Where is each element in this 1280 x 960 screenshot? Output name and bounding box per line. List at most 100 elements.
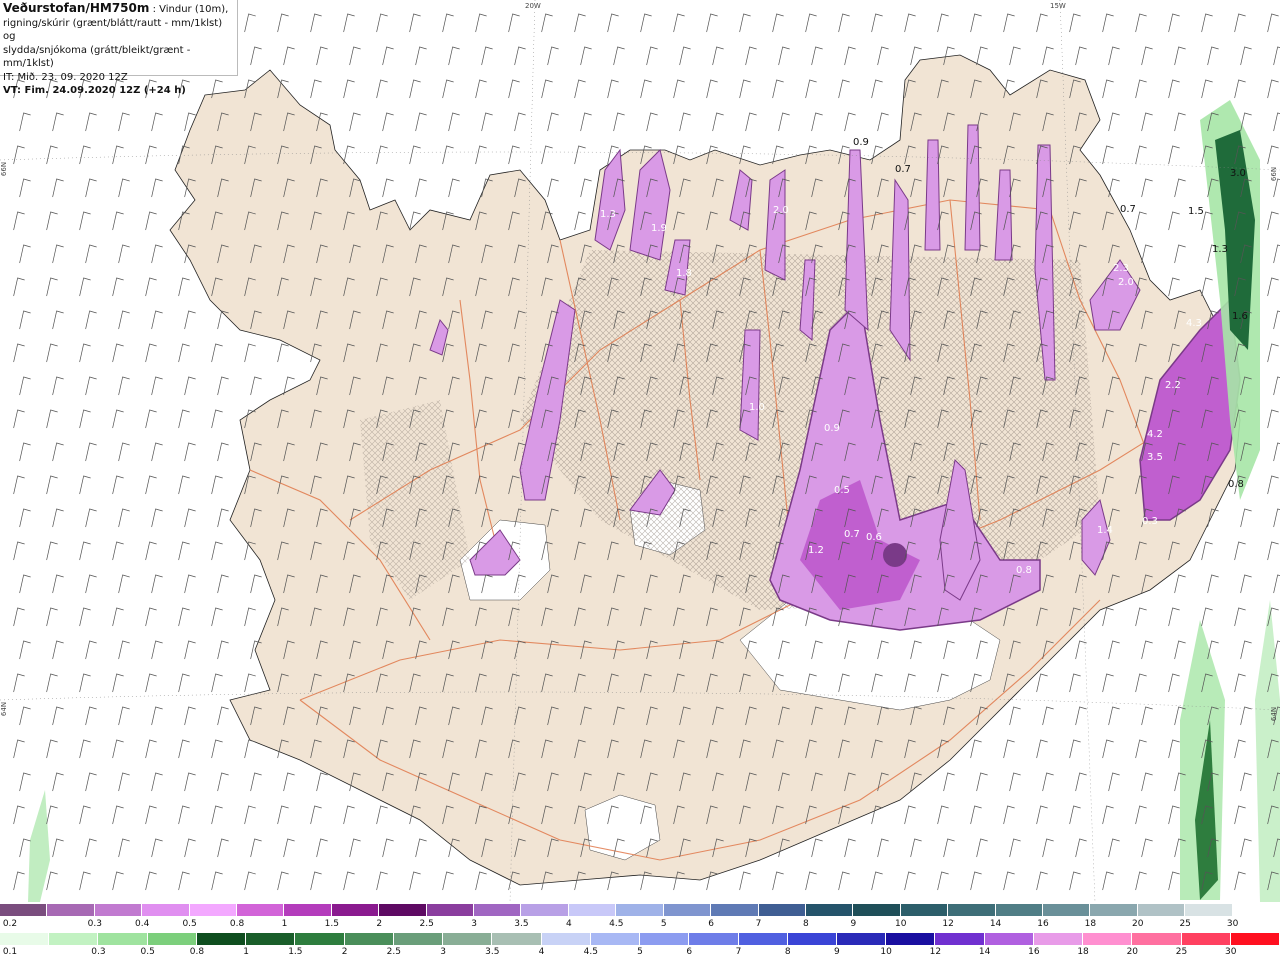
lat-label-64n-left: 64N [0,701,9,717]
colorbar-tick-label: 0.8 [189,947,205,957]
colorbar-swatch [0,933,50,945]
init-time: IT: Mið. 23. 09. 2020 12Z [3,71,128,83]
colorbar-tick-label: 14 [978,947,991,957]
colorbar-tick-label: 8 [803,919,809,929]
colorbar-tick-label: 5 [637,947,643,957]
precip-value-label: 0.6 [866,532,882,543]
colorbar-swatch [900,904,949,916]
colorbar-swatch [568,904,617,916]
colorbar-tick-label: 18 [1077,947,1089,957]
colorbar-tick-label: 3.5 [485,947,500,957]
colorbar-swatch [237,904,285,916]
colorbar-tick-label: 0.8 [229,919,245,929]
colorbar-tick-label: 0.1 [2,947,18,957]
colorbar-tick-label: 1.5 [288,947,303,957]
colorbar-swatch [886,933,936,945]
colorbar-swatch [984,933,1034,945]
colorbar-tick-label: 2.5 [386,947,402,957]
colorbar-tick-label: 0.3 [87,919,102,929]
colorbar-tick-label: 4 [538,947,545,957]
colorbar-tick-label: 14 [989,919,1002,929]
lat-label-64n-right: 64N [1270,706,1279,722]
precip-value-label: 3.5 [1147,452,1163,463]
precip-value-label: 2.0 [773,205,789,216]
colorbar-tick-label: 20 [1126,947,1139,957]
precip-value-label: 0.7 [844,529,860,540]
precip-value-label: 2.3 [1113,263,1129,274]
colorbar-tick-label: 1 [281,919,288,929]
colorbar-swatch [738,933,788,945]
colorbar-tick-label: 9 [850,919,857,929]
colorbar-swatch [426,904,475,916]
colorbar-swatch [344,933,394,945]
colorbar-tick-label: 25 [1175,947,1188,957]
colorbar-swatch [0,904,48,916]
precip-value-label: 1.8 [676,268,692,279]
colorbar-tick-label: 4.5 [609,919,624,929]
colorbar-tick-label: 2 [341,947,348,957]
precip-value-label: 0.7 [1120,204,1136,215]
precip-value-label: 1.3 [600,209,616,220]
colorbar-tick-label: 5 [660,919,667,929]
precip-value-label: 0.7 [895,164,911,175]
colorbar-swatch [47,904,95,916]
precip-value-label: 4.3 [1186,318,1202,329]
colorbar-tick-label: 30 [1225,947,1237,957]
colorbar-swatch [935,933,985,945]
colorbar-tick-label: 9 [834,947,840,957]
colorbar-tick-label: 20 [1132,919,1144,929]
colorbar-swatch [189,904,238,916]
weather-map: 0.9 0.7 3.0 1.5 1.3 0.7 1.6 0.8 1.3 1.9 2.0 1.8 4.3 3… [0,0,1280,902]
colorbar-tick-label: 0.5 [140,947,155,957]
colorbar-tick-label: 7 [755,919,762,929]
precip-value-label: 2.2 [1165,380,1181,391]
precip-value-label: 4.2 [1147,429,1163,440]
colorbar-tick-label: 0.3 [91,947,106,957]
colorbar-swatch [541,933,591,945]
colorbar-swatch [995,904,1043,916]
colorbar-swatch [142,904,190,916]
colorbar-swatch [853,904,901,916]
precip-value-label: 1.4 [1097,525,1113,536]
map-title-suffix: : Vindur (10m), [149,4,229,15]
map-title-box: Veðurstofan/HM750m : Vindur (10m), rigni… [0,0,238,96]
rain-colorbar [0,933,1280,945]
precip-value-label: 1.2 [808,545,824,556]
colorbar-swatch [1230,933,1280,945]
valid-time: VT: Fim. 24.09.2020 12Z (+24 h) [3,85,186,96]
colorbar-tick-label: 3.5 [514,919,529,929]
colorbar-swatch [521,904,569,916]
colorbar-tick-label: 8 [784,947,791,957]
colorbar-swatch [1232,904,1280,916]
colorbar-swatch [443,933,493,945]
colorbar-tick-label: 0.4 [135,919,150,929]
colorbar-swatch [663,904,712,916]
colorbar-swatch [689,933,739,945]
colorbar-swatch [331,904,380,916]
colorbar-swatch [1083,933,1133,945]
colorbar-swatch [1033,933,1084,945]
colorbar-swatch [616,904,664,916]
colorbar-swatch [640,933,690,945]
precip-value-label: 0.8 [1228,479,1244,490]
colorbar-swatch [836,933,887,945]
colorbar-tick-label: 16 [1028,947,1040,957]
colorbar-swatch [98,933,148,945]
colorbar-tick-label: 4 [566,919,572,929]
precip-value-label: 0.8 [1016,565,1032,576]
colorbar-swatch [1090,904,1138,916]
colorbar-tick-label: 10 [895,919,907,929]
colorbar-swatch [711,904,759,916]
colorbar-tick-label: 6 [686,947,693,957]
colorbar-tick-label: 0.2 [2,919,18,929]
precip-value-label: 1.9 [651,223,667,234]
lon-label-15w: 15W [1050,2,1066,10]
colorbar-swatch [474,904,522,916]
map-subtitle-snow: slydda/snjókoma (grátt/bleikt/grænt - mm… [3,44,191,70]
lat-label-66n-left: 66N [0,161,9,177]
colorbar-swatch [94,904,143,916]
precip-value-label: 0.9 [853,137,869,148]
colorbar-swatch [1132,933,1182,945]
colorbar-swatch [379,904,427,916]
colorbar-tick-label: 0.5 [182,919,197,929]
